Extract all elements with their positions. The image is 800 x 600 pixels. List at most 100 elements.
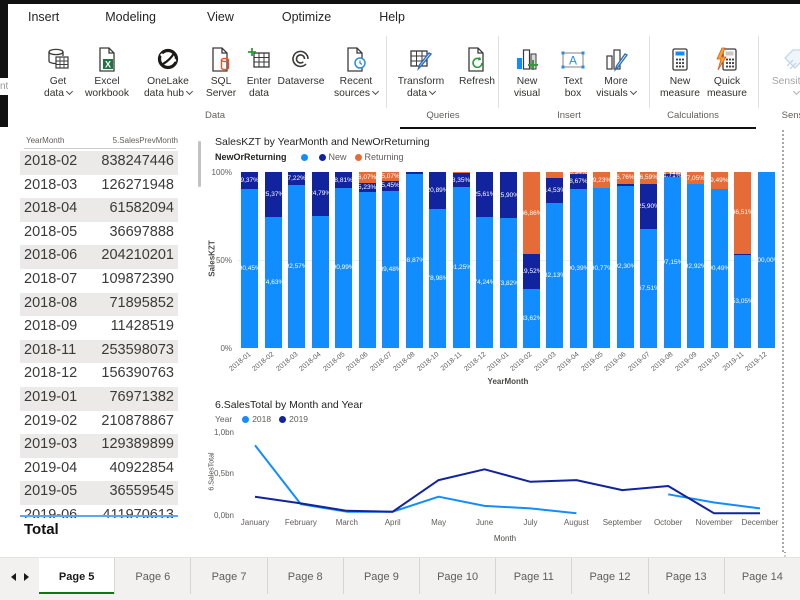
bar-segment-returning[interactable] (687, 172, 704, 184)
bar-2019-07[interactable]: 6,59%25,90%67,51% (640, 172, 657, 348)
table-row-2018-08[interactable]: 2018-0871895852 (20, 293, 178, 317)
bar-segment-new[interactable] (570, 174, 587, 189)
bar-segment-new[interactable] (382, 181, 399, 191)
legend-dot-2019[interactable] (279, 416, 286, 423)
bar-segment-returning[interactable] (359, 172, 376, 183)
tab-page-12[interactable]: Page 12 (571, 558, 647, 595)
bar-2018-11[interactable]: 8,35%91,25% (453, 172, 470, 348)
more-visuals-button[interactable]: More visuals (590, 34, 642, 108)
bar-segment-blank[interactable] (546, 203, 563, 348)
bar-segment-blank[interactable] (382, 191, 399, 348)
tab-page-5[interactable]: Page 5 (39, 558, 114, 595)
bar-segment-blank[interactable] (523, 289, 540, 348)
bar-2018-06[interactable]: 6,07%5,23% (359, 172, 376, 348)
new-measure-button[interactable]: New measure (655, 34, 705, 108)
bar-2018-02[interactable]: 25,37%74,63% (265, 172, 282, 348)
get-data-button[interactable]: Get data (36, 34, 80, 108)
bar-segment-blank[interactable] (617, 186, 634, 348)
text-box-button[interactable]: A Text box (556, 34, 590, 108)
bar-segment-blank[interactable] (288, 185, 305, 348)
sensitivity-button[interactable]: Sensitivity (765, 34, 800, 108)
bar-2018-08[interactable]: 98,87% (406, 172, 423, 348)
new-visual-button[interactable]: New visual (507, 34, 547, 108)
refresh-button[interactable]: Refresh (453, 34, 501, 108)
table-row-2018-06[interactable]: 2018-06204210201 (20, 245, 178, 269)
bar-segment-blank[interactable] (476, 217, 493, 348)
legend-dot-new[interactable] (319, 154, 326, 161)
tab-page-7[interactable]: Page 7 (190, 558, 266, 595)
bar-segment-blank[interactable] (359, 192, 376, 348)
excel-workbook-button[interactable]: X Excel workbook (79, 34, 135, 108)
bar-2019-09[interactable]: 7,05%92,92% (687, 172, 704, 348)
bar-segment-returning[interactable] (734, 172, 751, 254)
bar-segment-blank[interactable] (758, 172, 775, 348)
bar-2018-05[interactable]: 8,81%90,99% (335, 172, 352, 348)
bar-segment-blank[interactable] (500, 218, 517, 348)
bar-segment-new[interactable] (500, 172, 517, 218)
bar-segment-blank[interactable] (429, 209, 446, 348)
bar-2018-12[interactable]: 25,61%74,24% (476, 172, 493, 348)
bar-segment-blank[interactable] (453, 187, 470, 348)
legend-label-new[interactable]: New (329, 152, 347, 162)
legend-label-2018[interactable]: 2018 (252, 414, 271, 424)
tab-page-14[interactable]: Page 14 (724, 558, 800, 595)
bar-2018-07[interactable]: 5,07%5,45%89,48% (382, 172, 399, 348)
bar-segment-blank[interactable] (406, 174, 423, 348)
bar-segment-returning[interactable] (523, 172, 540, 254)
bar-segment-blank[interactable] (664, 177, 681, 348)
quick-measure-button[interactable]: Quick measure (701, 34, 753, 108)
bar-segment-new[interactable] (640, 184, 657, 230)
bar-segment-new[interactable] (359, 183, 376, 192)
bar-segment-new[interactable] (523, 254, 540, 288)
table-row-2019-03[interactable]: 2019-03129389899 (20, 434, 178, 458)
bar-2019-04[interactable]: 0,94%8,67%90,39% (570, 172, 587, 348)
bar-segment-blank[interactable] (593, 188, 610, 348)
bar-segment-blank[interactable] (711, 189, 728, 348)
bar-segment-new[interactable] (429, 172, 446, 209)
line-series-2018[interactable] (255, 445, 760, 513)
table-row-2018-07[interactable]: 2018-07109872390 (20, 269, 178, 293)
bar-segment-returning[interactable] (640, 172, 657, 184)
menu-modeling[interactable]: Modeling (97, 10, 164, 24)
bar-2018-03[interactable]: 7,22%92,57% (288, 172, 305, 348)
bar-segment-blank[interactable] (640, 229, 657, 348)
table-scrollbar[interactable] (198, 141, 201, 187)
bar-segment-new[interactable] (546, 178, 563, 204)
bar-2019-01[interactable]: 0,28%25,90%73,82% (500, 172, 517, 348)
tab-page-8[interactable]: Page 8 (267, 558, 343, 595)
tab-nav-right-icon[interactable] (24, 573, 29, 581)
table-header-salesprevmonth[interactable]: 5.SalesPrevMonth (113, 136, 178, 145)
table-row-2018-11[interactable]: 2018-11253598073 (20, 340, 178, 364)
bar-2019-02[interactable]: 46,86%19,52%33,62% (523, 172, 540, 348)
bar-2019-06[interactable]: 6,76%92,30% (617, 172, 634, 348)
transform-data-button[interactable]: Transform data (392, 34, 450, 108)
legend-dot-returning[interactable] (355, 154, 362, 161)
bar-segment-blank[interactable] (734, 255, 751, 348)
bar-segment-blank[interactable] (241, 189, 258, 348)
bar-segment-new[interactable] (312, 172, 329, 216)
tab-page-13[interactable]: Page 13 (648, 558, 724, 595)
bar-2018-01[interactable]: 9,37%90,45% (241, 172, 258, 348)
legend-label-2019[interactable]: 2019 (289, 414, 308, 424)
onelake-data-hub-button[interactable]: OneLake data hub (138, 34, 198, 108)
bar-segment-new[interactable] (265, 172, 282, 217)
table-row-2019-05[interactable]: 2019-0536559545 (20, 481, 178, 505)
table-row-2019-04[interactable]: 2019-0440922854 (20, 458, 178, 482)
bar-segment-blank[interactable] (687, 184, 704, 348)
table-header-yearmonth[interactable]: YearMonth (26, 136, 64, 145)
legend-dot-2018[interactable] (242, 416, 249, 423)
bar-2018-10[interactable]: 20,89%78,98% (429, 172, 446, 348)
bar-2019-05[interactable]: 9,23%90,77% (593, 172, 610, 348)
table-visual[interactable]: YearMonth 5.SalesPrevMonth 2018-02838247… (18, 133, 200, 545)
table-row-2018-05[interactable]: 2018-0536697888 (20, 222, 178, 246)
menu-help[interactable]: Help (371, 10, 413, 24)
menu-view[interactable]: View (199, 10, 242, 24)
table-row-2019-01[interactable]: 2019-0176971382 (20, 387, 178, 411)
bar-segment-new[interactable] (288, 172, 305, 185)
bar-segment-new[interactable] (476, 172, 493, 217)
bar-2019-03[interactable]: 14,53%82,13% (546, 172, 563, 348)
menu-optimize[interactable]: Optimize (274, 10, 339, 24)
legend-dot-blank[interactable] (301, 154, 308, 161)
bar-2019-10[interactable]: 9,49%90,49% (711, 172, 728, 348)
table-row-2018-09[interactable]: 2018-0911428519 (20, 316, 178, 340)
